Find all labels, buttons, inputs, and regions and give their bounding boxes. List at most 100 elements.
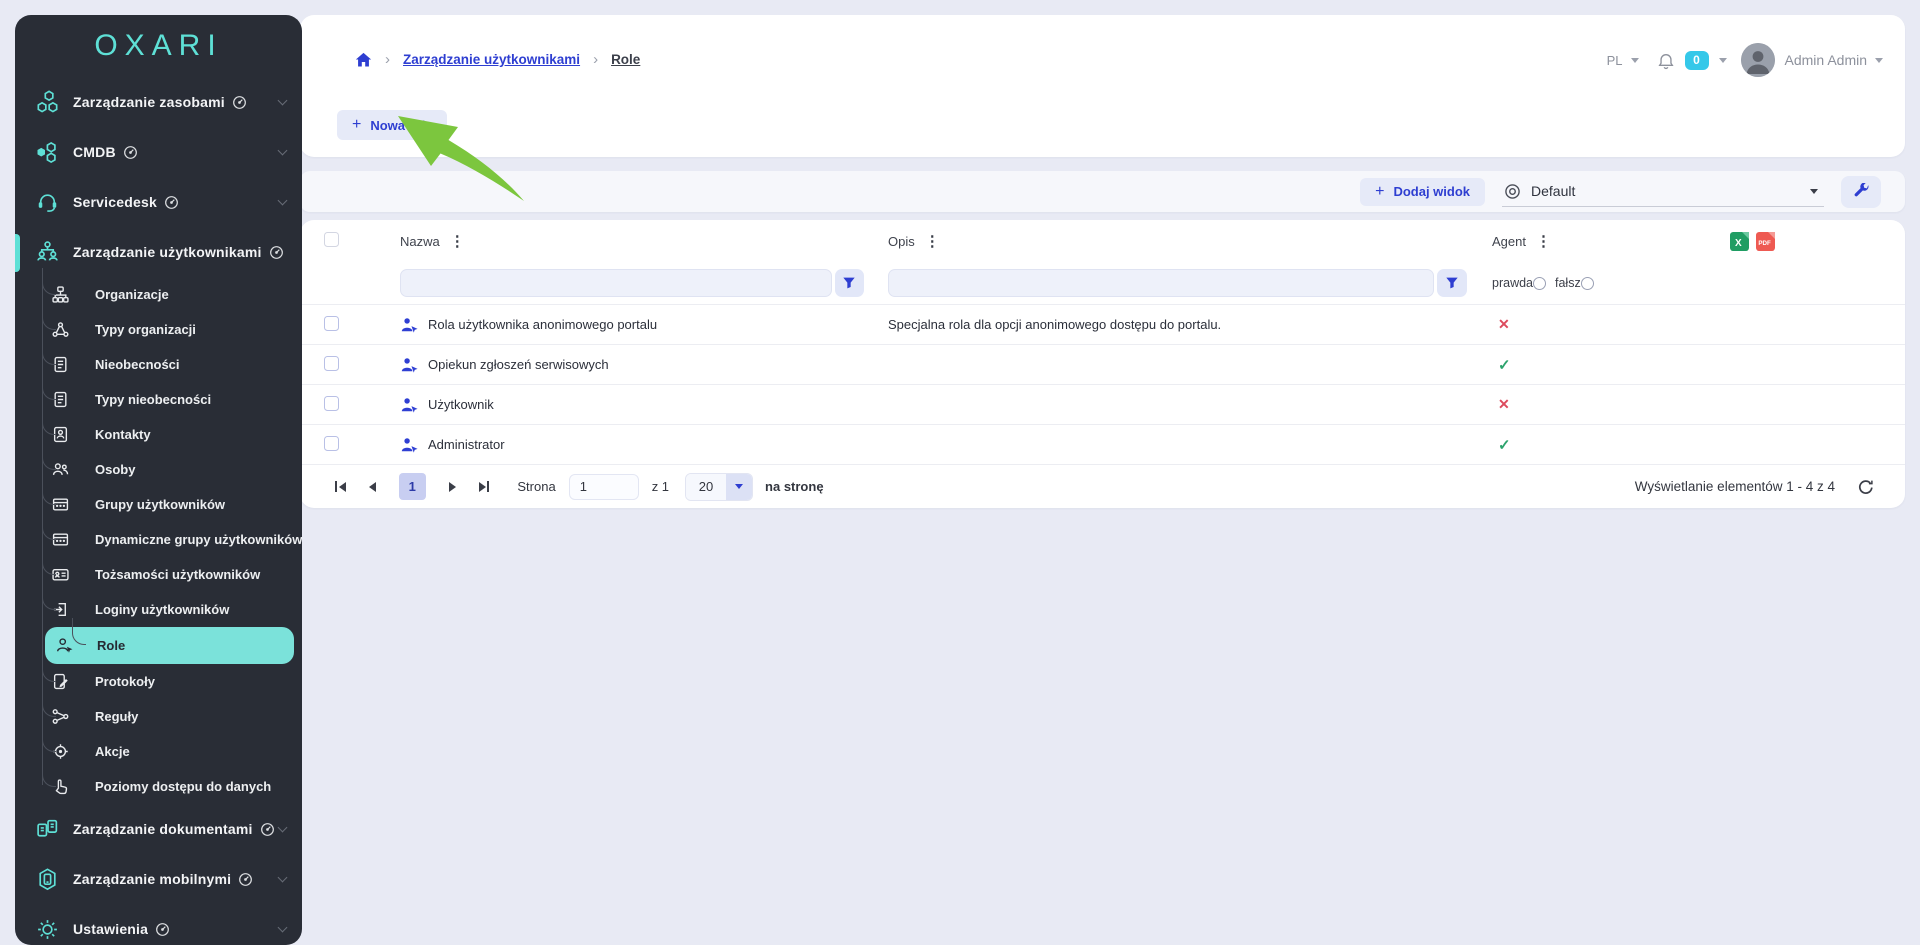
table-filter-row: prawda fałsz: [300, 262, 1905, 304]
view-selector-value: Default: [1531, 183, 1575, 199]
user-menu-chevron-icon[interactable]: [1875, 58, 1883, 63]
name-filter-funnel-icon[interactable]: [835, 269, 864, 297]
role-name: Administrator: [428, 437, 505, 452]
sidebar-item-organizations[interactable]: Organizacje: [15, 277, 302, 312]
topbar: PL 0 Admin Admin: [1607, 43, 1883, 77]
servicedesk-icon: [35, 190, 60, 215]
sidebar-item-organization-types[interactable]: Typy organizacji: [15, 312, 302, 347]
sidebar-item-label: Zarządzanie dokumentami: [73, 821, 253, 837]
sidebar-item-dynamic-user-groups[interactable]: Dynamiczne grupy użytkowników: [15, 522, 302, 557]
chevron-down-icon: [726, 474, 752, 500]
refresh-icon[interactable]: [1857, 478, 1875, 496]
gauge-icon: [123, 145, 138, 160]
sidebar-item-label: Kontakty: [95, 427, 151, 442]
previous-page-button[interactable]: [369, 482, 376, 492]
home-icon[interactable]: [355, 52, 372, 68]
sidebar-item-data-access-levels[interactable]: Poziomy dostępu do danych: [15, 769, 302, 804]
sidebar-item-label: Zarządzanie zasobami: [73, 94, 225, 110]
new-role-button[interactable]: + Nowa rola: [337, 110, 447, 140]
row-checkbox[interactable]: [324, 396, 339, 411]
page-number-input[interactable]: [569, 474, 639, 500]
view-toolbar: + Dodaj widok Default: [300, 171, 1905, 212]
sidebar-item-roles[interactable]: Role: [45, 627, 294, 664]
name-filter-input[interactable]: [400, 269, 832, 297]
role-description: Specjalna rola dla opcji anonimowego dos…: [888, 317, 1221, 332]
sidebar-item-contacts[interactable]: Kontakty: [15, 417, 302, 452]
sidebar-item-label: Osoby: [95, 462, 135, 477]
document-management-icon: [35, 817, 60, 842]
sidebar-item-servicedesk[interactable]: Servicedesk: [15, 177, 302, 227]
role-icon: [400, 436, 418, 454]
sidebar-item-user-management[interactable]: Zarządzanie użytkownikami: [15, 227, 302, 277]
agent-status: ✕: [1468, 396, 1700, 413]
user-menu[interactable]: Admin Admin: [1785, 52, 1867, 68]
sidebar-item-people[interactable]: Osoby: [15, 452, 302, 487]
protocols-icon: [52, 673, 69, 690]
customize-view-button[interactable]: [1841, 176, 1881, 208]
plus-icon: +: [1375, 184, 1384, 200]
sidebar-item-user-identities[interactable]: Tożsamości użytkowników: [15, 557, 302, 592]
agent-filter-true-label: prawda: [1492, 276, 1533, 290]
description-filter-funnel-icon[interactable]: [1437, 269, 1467, 297]
sidebar-item-absences[interactable]: Nieobecności: [15, 347, 302, 382]
sidebar: OXARI Zarządzanie zasobami CMDB Serviced…: [15, 15, 302, 945]
page-size-selector[interactable]: 20: [685, 473, 753, 501]
row-checkbox[interactable]: [324, 436, 339, 451]
absences-icon: [52, 356, 69, 373]
sidebar-item-user-logins[interactable]: Loginy użytkowników: [15, 592, 302, 627]
notification-count-badge[interactable]: 0: [1685, 51, 1709, 70]
table-row[interactable]: Opiekun zgłoszeń serwisowych ✓: [300, 344, 1905, 384]
notifications-chevron-icon[interactable]: [1719, 58, 1727, 63]
notifications-bell-icon[interactable]: [1657, 51, 1675, 70]
row-checkbox[interactable]: [324, 316, 339, 331]
add-view-button[interactable]: + Dodaj widok: [1360, 178, 1485, 206]
export-pdf-icon[interactable]: PDF: [1756, 232, 1775, 251]
per-page-label: na stronę: [765, 479, 824, 494]
view-selector[interactable]: Default: [1502, 177, 1824, 207]
sidebar-item-user-groups[interactable]: Grupy użytkowników: [15, 487, 302, 522]
sidebar-item-label: Dynamiczne grupy użytkowników: [95, 532, 302, 547]
last-page-button[interactable]: [479, 481, 490, 492]
sidebar-item-label: Nieobecności: [95, 357, 180, 372]
table-row[interactable]: Użytkownik ✕: [300, 384, 1905, 424]
column-header-description: Opis: [888, 234, 915, 249]
column-menu-icon[interactable]: ⋮: [450, 234, 465, 249]
sidebar-item-label: Reguły: [95, 709, 138, 724]
avatar[interactable]: [1741, 43, 1775, 77]
next-page-button[interactable]: [449, 482, 456, 492]
agent-filter-true-radio[interactable]: [1533, 277, 1546, 290]
page-number-button[interactable]: 1: [399, 473, 426, 500]
pagination: 1 Strona z 1 20 na stronę Wyświetlanie e…: [300, 464, 1905, 508]
sidebar-item-settings[interactable]: Ustawienia: [15, 904, 302, 945]
row-checkbox[interactable]: [324, 356, 339, 371]
role-name: Użytkownik: [428, 397, 494, 412]
language-selector[interactable]: PL: [1607, 53, 1639, 68]
user-groups-icon: [52, 496, 69, 513]
view-icon: [1504, 183, 1521, 200]
table-row[interactable]: Rola użytkownika anonimowego portalu Spe…: [300, 304, 1905, 344]
first-page-button[interactable]: [335, 481, 346, 492]
description-filter-input[interactable]: [888, 269, 1434, 297]
sidebar-item-absence-types[interactable]: Typy nieobecności: [15, 382, 302, 417]
roles-icon: [56, 637, 73, 654]
column-menu-icon[interactable]: ⋮: [1536, 234, 1551, 249]
export-excel-icon[interactable]: X: [1730, 232, 1749, 251]
sidebar-item-actions[interactable]: Akcje: [15, 734, 302, 769]
agent-status: ✓: [1468, 436, 1700, 454]
column-menu-icon[interactable]: ⋮: [925, 234, 940, 249]
table-row[interactable]: Administrator ✓: [300, 424, 1905, 464]
sidebar-item-mobile-management[interactable]: Zarządzanie mobilnymi: [15, 854, 302, 904]
select-all-checkbox[interactable]: [324, 232, 339, 247]
sidebar-item-protocols[interactable]: Protokoły: [15, 664, 302, 699]
breadcrumb-link-user-management[interactable]: Zarządzanie użytkownikami: [403, 52, 580, 67]
agent-status: ✓: [1468, 356, 1700, 374]
page-size-value: 20: [686, 474, 726, 500]
agent-filter-false-radio[interactable]: [1581, 277, 1594, 290]
sidebar-item-rules[interactable]: Reguły: [15, 699, 302, 734]
sidebar-item-document-management[interactable]: Zarządzanie dokumentami: [15, 804, 302, 854]
gauge-icon: [232, 95, 247, 110]
breadcrumb-current-roles[interactable]: Role: [611, 52, 640, 67]
sidebar-item-cmdb[interactable]: CMDB: [15, 127, 302, 177]
brand-logo[interactable]: OXARI: [15, 15, 302, 77]
sidebar-item-asset-management[interactable]: Zarządzanie zasobami: [15, 77, 302, 127]
